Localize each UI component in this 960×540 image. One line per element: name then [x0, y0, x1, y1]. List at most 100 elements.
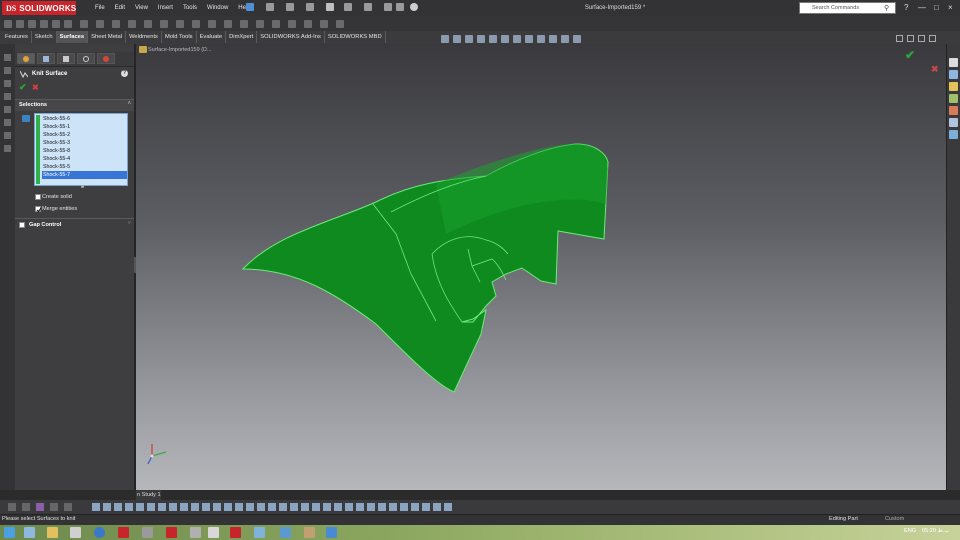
filter-icon-9[interactable]: [180, 503, 188, 511]
tool-icon-13[interactable]: [176, 20, 184, 28]
minimize-icon[interactable]: —: [918, 3, 926, 12]
print-icon[interactable]: [326, 3, 334, 11]
filter-icon-31[interactable]: [422, 503, 430, 511]
tool-icon-11[interactable]: [144, 20, 152, 28]
taskbar-app-13-icon[interactable]: [304, 527, 315, 538]
tab-weldments[interactable]: Weldments: [126, 31, 162, 43]
tab-solidworks-add-ins[interactable]: SOLIDWORKS Add-Ins: [257, 31, 325, 43]
custom-properties-icon[interactable]: [949, 118, 958, 127]
tab-solidworks-mbd[interactable]: SOLIDWORKS MBD: [325, 31, 386, 43]
chevron-up-icon[interactable]: ˄: [127, 101, 131, 107]
tab-evaluate[interactable]: Evaluate: [197, 31, 227, 43]
tool-icon-18[interactable]: [256, 20, 264, 28]
window-icon-4[interactable]: [929, 35, 936, 42]
tab-mold-tools[interactable]: Mold Tools: [162, 31, 197, 43]
filter-icon-6[interactable]: [147, 503, 155, 511]
strip-icon-5[interactable]: [4, 106, 11, 113]
menu-insert[interactable]: Insert: [153, 3, 178, 13]
apply-scene-icon[interactable]: [549, 35, 557, 43]
property-manager-tab[interactable]: [37, 53, 55, 64]
taskbar-app-9-icon[interactable]: [208, 527, 219, 538]
save-icon[interactable]: [306, 3, 314, 11]
filter-icon-13[interactable]: [224, 503, 232, 511]
configuration-manager-tab[interactable]: [57, 53, 75, 64]
model-surface[interactable]: [136, 44, 946, 490]
list-resize-handle[interactable]: [81, 185, 84, 188]
taskbar-acrobat-icon[interactable]: [118, 527, 129, 538]
open-icon[interactable]: [286, 3, 294, 11]
filter-icon-23[interactable]: [334, 503, 342, 511]
filter-icon-26[interactable]: [367, 503, 375, 511]
dimxpert-manager-tab[interactable]: [77, 53, 95, 64]
tool-icon-12[interactable]: [160, 20, 168, 28]
restore-icon[interactable]: □: [934, 3, 939, 12]
select-icon[interactable]: [364, 3, 372, 11]
filter-icon-4[interactable]: [125, 503, 133, 511]
taskbar-app-8-icon[interactable]: [190, 527, 201, 538]
tab-sheet-metal[interactable]: Sheet Metal: [88, 31, 127, 43]
strip-icon-2[interactable]: [4, 67, 11, 74]
list-item[interactable]: Shock-55-1: [42, 123, 127, 131]
tool-icon-1[interactable]: [4, 20, 12, 28]
taskbar-app-1-icon[interactable]: [24, 527, 35, 538]
tab-dimxpert[interactable]: DimXpert: [226, 31, 258, 43]
create-solid-checkbox[interactable]: [35, 194, 41, 200]
merge-entities-checkbox[interactable]: [35, 206, 42, 213]
filter-icon-24[interactable]: [345, 503, 353, 511]
taskbar-solidworks-icon[interactable]: [166, 527, 177, 538]
design-library-icon[interactable]: [949, 94, 958, 103]
search-commands-input[interactable]: Search Commands ⚲: [799, 2, 896, 14]
list-item[interactable]: Shock-55-6: [42, 115, 127, 123]
undo-icon[interactable]: [344, 3, 352, 11]
filter-icon-11[interactable]: [202, 503, 210, 511]
tool-icon-16[interactable]: [224, 20, 232, 28]
taskbar-app-12-icon[interactable]: [280, 527, 291, 538]
filter-icon-5[interactable]: [136, 503, 144, 511]
list-item[interactable]: Shock-55-3: [42, 139, 127, 147]
filter-icon-29[interactable]: [400, 503, 408, 511]
view-orientation-icon[interactable]: [501, 35, 509, 43]
resources-icon[interactable]: [949, 70, 958, 79]
strip-icon-3[interactable]: [4, 80, 11, 87]
start-windows-icon[interactable]: [4, 527, 15, 538]
edit-appearance-icon[interactable]: [537, 35, 545, 43]
filter-icon-25[interactable]: [356, 503, 364, 511]
filter-icon-21[interactable]: [312, 503, 320, 511]
help-menu-icon[interactable]: ?: [904, 3, 908, 12]
tool-icon-21[interactable]: [304, 20, 312, 28]
new-document-icon[interactable]: [266, 3, 274, 11]
view-settings-icon[interactable]: [561, 35, 569, 43]
filter-icon-e[interactable]: [64, 503, 72, 511]
tool-icon-4[interactable]: [40, 20, 48, 28]
tool-icon-19[interactable]: [272, 20, 280, 28]
list-item-selected[interactable]: Shock-55-7: [42, 171, 127, 179]
filter-icon-30[interactable]: [411, 503, 419, 511]
tool-icon-23[interactable]: [336, 20, 344, 28]
home-icon[interactable]: [949, 58, 958, 67]
filter-icon-33[interactable]: [444, 503, 452, 511]
filter-icon-27[interactable]: [378, 503, 386, 511]
gap-control-checkbox[interactable]: [19, 222, 25, 228]
filter-icon-3[interactable]: [114, 503, 122, 511]
close-icon[interactable]: ×: [948, 3, 953, 12]
menu-edit[interactable]: Edit: [110, 3, 130, 13]
language-indicator[interactable]: ENG: [904, 528, 916, 534]
strip-icon-8[interactable]: [4, 145, 11, 152]
filter-icon-28[interactable]: [389, 503, 397, 511]
previous-view-icon[interactable]: [465, 35, 473, 43]
list-item[interactable]: Shock-55-5: [42, 163, 127, 171]
strip-icon-4[interactable]: [4, 93, 11, 100]
taskbar-app-10-icon[interactable]: [230, 527, 241, 538]
tool-icon-6[interactable]: [64, 20, 72, 28]
tab-surfaces[interactable]: Surfaces: [56, 31, 89, 43]
hide-show-icon[interactable]: [525, 35, 533, 43]
filter-icon-18[interactable]: [279, 503, 287, 511]
section-view-icon[interactable]: [477, 35, 485, 43]
tool-icon-3[interactable]: [28, 20, 36, 28]
appearances-icon[interactable]: [949, 106, 958, 115]
tab-features[interactable]: Features: [2, 31, 32, 43]
filter-icon-16[interactable]: [257, 503, 265, 511]
system-clock[interactable]: 05:20 ب.ظ: [922, 528, 950, 534]
strip-icon-1[interactable]: [4, 54, 11, 61]
chevron-down-icon[interactable]: ˅: [127, 221, 131, 227]
